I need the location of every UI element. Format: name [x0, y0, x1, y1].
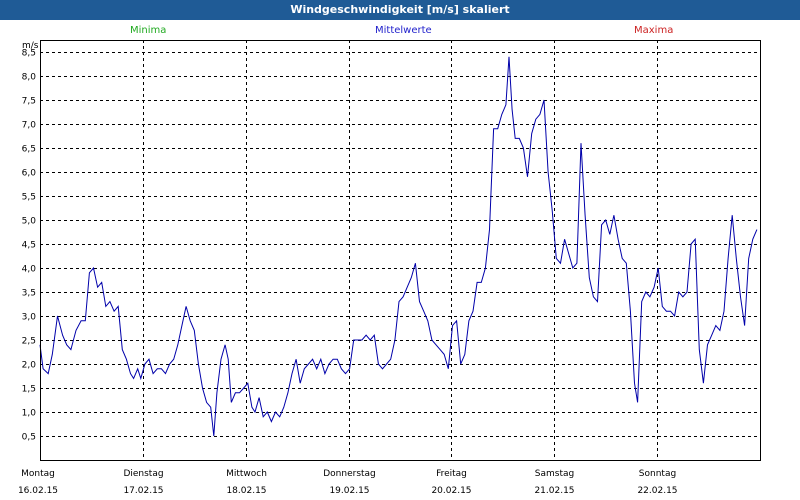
x-date-label: 20.02.15 — [431, 486, 471, 496]
y-tick-label: 7,0 — [22, 121, 37, 131]
y-tick-label: 4,0 — [22, 265, 37, 275]
y-tick-label: 6,5 — [22, 145, 36, 155]
x-day-name-label: Donnerstag — [323, 469, 376, 479]
y-tick-label: 0,5 — [22, 433, 36, 443]
plot-frame — [40, 40, 761, 461]
series-line-mittelwerte — [39, 56, 758, 437]
y-tick-label: 3,0 — [22, 313, 37, 323]
y-tick-label: 2,5 — [22, 337, 36, 347]
x-day-name-label: Samstag — [535, 469, 574, 479]
y-tick-label: 2,0 — [22, 361, 37, 371]
y-tick-label: 6,0 — [22, 169, 37, 179]
wind-speed-chart: m/s 0,51,01,52,02,53,03,54,04,55,05,56,0… — [18, 40, 761, 496]
x-day-name-label: Mittwoch — [226, 469, 267, 479]
y-tick-label: 7,5 — [22, 97, 36, 107]
x-date-label: 18.02.15 — [226, 486, 266, 496]
y-tick-label: 3,5 — [22, 289, 36, 299]
y-tick-label: 5,5 — [22, 193, 36, 203]
x-day-name-label: Freitag — [436, 469, 467, 479]
y-tick-label: 1,5 — [22, 385, 36, 395]
y-tick-label: 8,0 — [22, 73, 37, 83]
y-tick-label: 8,5 — [22, 49, 36, 59]
x-date-label: 19.02.15 — [329, 486, 369, 496]
y-tick-label: 4,5 — [22, 241, 36, 251]
y-tick-label: 1,0 — [22, 409, 37, 419]
x-date-label: 22.02.15 — [637, 486, 677, 496]
x-date-label: 17.02.15 — [123, 486, 163, 496]
x-day-name-label: Sonntag — [639, 469, 676, 479]
x-date-label: 21.02.15 — [534, 486, 574, 496]
x-day-name-label: Dienstag — [123, 469, 163, 479]
x-day-name-label: Montag — [21, 469, 55, 479]
x-date-label: 16.02.15 — [18, 486, 58, 496]
y-tick-label: 5,0 — [22, 217, 37, 227]
